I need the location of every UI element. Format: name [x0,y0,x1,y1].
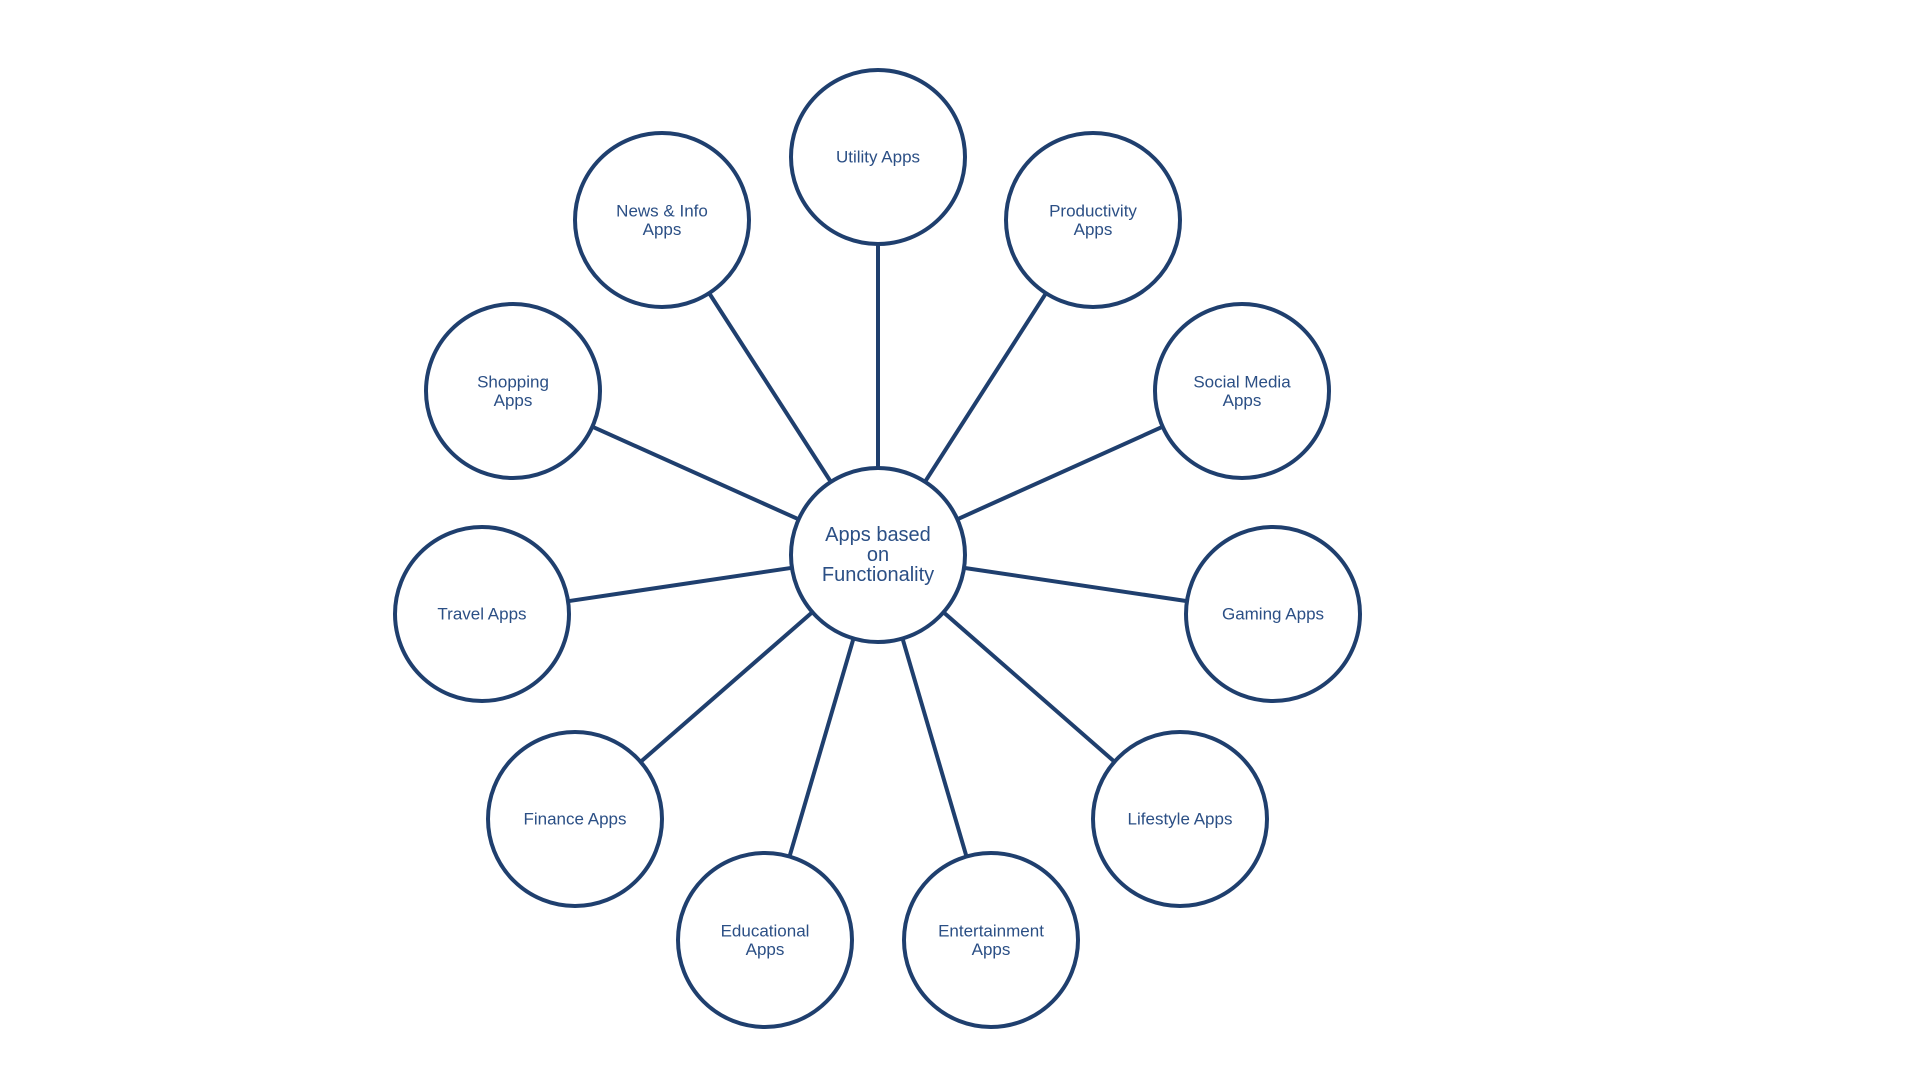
connector-productivity [923,292,1048,483]
node-educational: EducationalApps [676,851,854,1029]
center-node: Apps basedonFunctionality [789,466,967,644]
node-label: Educational [721,921,810,940]
node-label: Utility Apps [836,148,920,167]
node-productivity: ProductivityApps [1004,131,1182,309]
center-node-label: Functionality [822,564,934,586]
node-label: Apps [1223,391,1262,410]
connector-entertainment [900,637,969,858]
connector-travel [567,565,793,604]
app-categories-diagram: Utility AppsProductivityAppsSocial Media… [393,68,1362,1029]
connector-educational [787,637,856,858]
node-label: Shopping [477,372,549,391]
node-finance: Finance Apps [486,730,664,908]
node-label: Apps [643,220,682,239]
node-label: Apps [494,391,533,410]
node-label: Finance Apps [523,810,626,829]
connector-news-info [707,292,833,483]
node-label: Lifestyle Apps [1128,810,1233,829]
node-label: Gaming Apps [1222,605,1324,624]
node-label: Entertainment [938,921,1044,940]
node-news-info: News & InfoApps [573,131,751,309]
center-node-label: Apps based [825,524,931,546]
node-shopping: ShoppingApps [424,302,602,480]
node-label: Apps [746,940,785,959]
node-lifestyle: Lifestyle Apps [1091,730,1269,908]
node-label: Social Media [1193,372,1291,391]
node-label: News & Info [616,201,708,220]
nodes: Utility AppsProductivityAppsSocial Media… [393,68,1362,1029]
node-label: Apps [972,940,1011,959]
connector-shopping [591,424,800,522]
node-label: Productivity [1049,201,1137,220]
connector-finance [639,610,814,764]
node-entertainment: EntertainmentApps [902,851,1080,1029]
connector-social-media [956,424,1164,522]
node-label: Apps [1074,220,1113,239]
node-label: Travel Apps [437,605,526,624]
node-travel: Travel Apps [393,525,571,703]
connector-lifestyle [942,610,1116,764]
node-social-media: Social MediaApps [1153,302,1331,480]
connector-gaming [963,565,1188,604]
center-node-label: on [867,544,889,566]
node-gaming: Gaming Apps [1184,525,1362,703]
node-utility: Utility Apps [789,68,967,246]
